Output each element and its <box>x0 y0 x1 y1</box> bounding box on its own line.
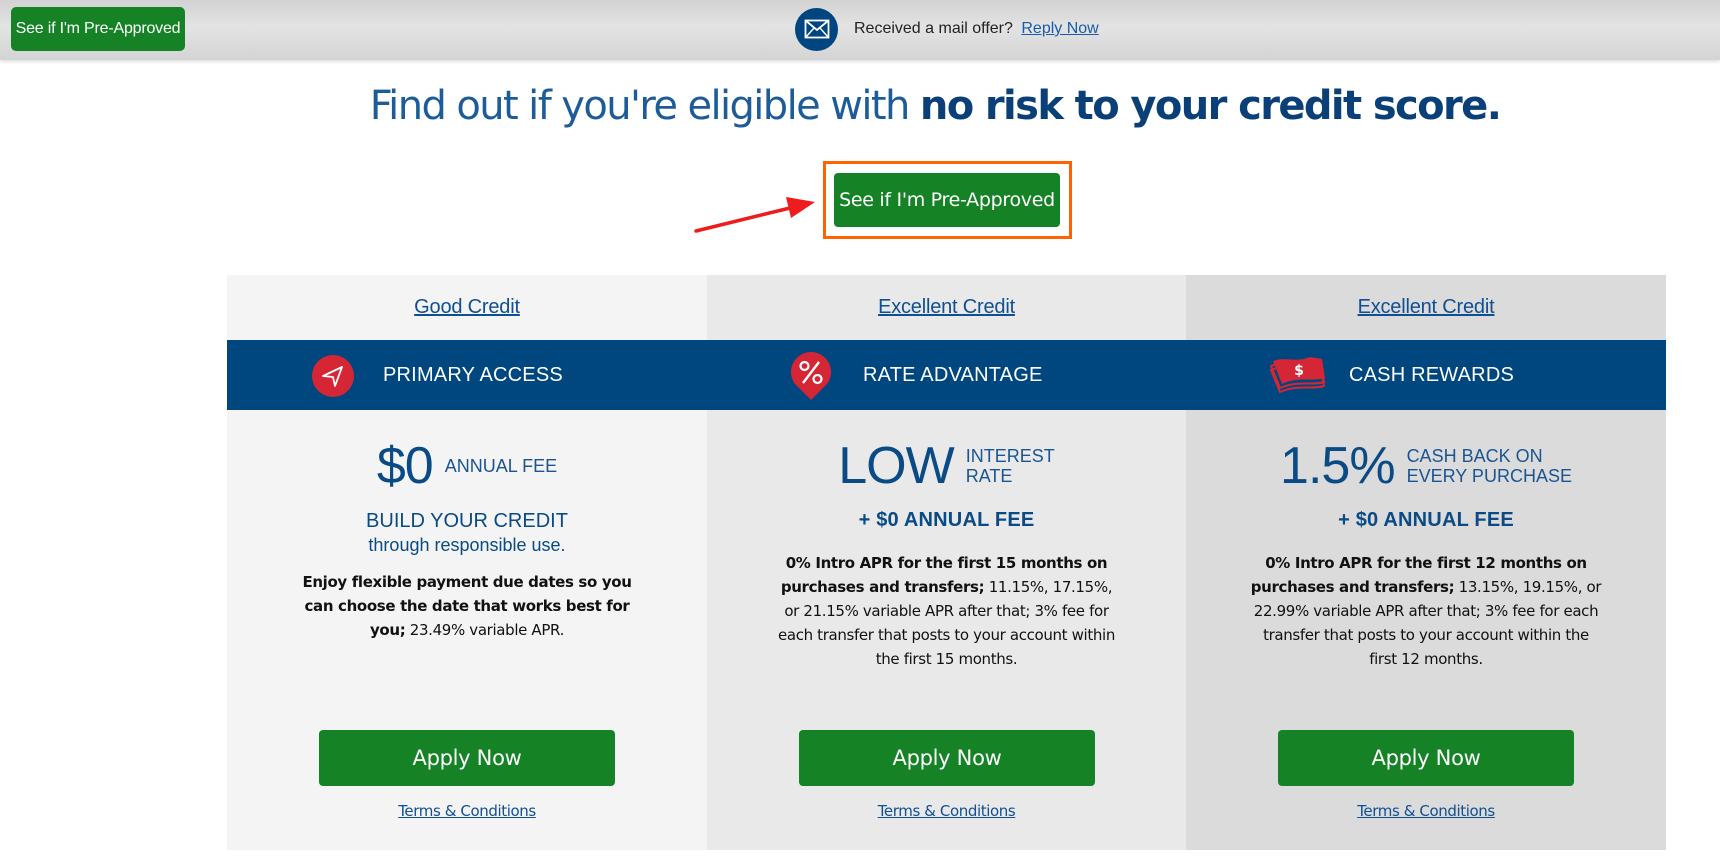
hero-subtitle: BUILD YOUR CREDIT <box>366 510 568 532</box>
paper-plane-icon <box>312 355 354 397</box>
card-primary-access: Good Credit PRIMARY ACCESS $0 ANNUAL FEE… <box>227 275 707 850</box>
tier-link-good-credit[interactable]: Good Credit <box>414 296 520 319</box>
card-name: RATE ADVANTAGE <box>863 363 1043 386</box>
reply-now-link[interactable]: Reply Now <box>1021 20 1098 37</box>
plus-annual-fee: + $0 ANNUAL FEE <box>858 509 1035 531</box>
card-name: PRIMARY ACCESS <box>383 363 563 386</box>
card-hero: 1.5% CASH BACK ON EVERY PURCHASE + $0 AN… <box>1186 440 1666 532</box>
hero-value: LOW <box>838 437 954 495</box>
mail-offer-prompt: Received a mail offer? <box>854 20 1013 37</box>
card-description: Enjoy flexible payment due dates so you … <box>227 570 707 642</box>
card-tier: Excellent Credit <box>1186 275 1666 340</box>
headline-bold: no risk to your credit score. <box>919 83 1502 129</box>
envelope-icon <box>795 7 838 51</box>
apply-now-button[interactable]: Apply Now <box>799 730 1095 786</box>
terms-wrap: Terms & Conditions <box>1186 802 1666 821</box>
tier-link-excellent-credit[interactable]: Excellent Credit <box>878 296 1015 319</box>
hero-caption: ANNUAL FEE <box>445 456 557 476</box>
headline-light: Find out if you're eligible with <box>369 83 920 129</box>
card-hero: LOW INTEREST RATE + $0 ANNUAL FEE <box>707 440 1186 532</box>
terms-wrap: Terms & Conditions <box>707 802 1186 821</box>
terms-wrap: Terms & Conditions <box>227 802 707 821</box>
hero-caption-line1: ANNUAL FEE <box>444 456 558 476</box>
mail-offer-notice: Received a mail offer? Reply Now <box>795 7 1099 51</box>
hero-caption-line2: EVERY PURCHASE <box>1406 466 1572 486</box>
apply-now-button[interactable]: Apply Now <box>319 730 615 786</box>
tier-link-excellent-credit[interactable]: Excellent Credit <box>1358 296 1495 319</box>
card-header-band: RATE ADVANTAGE <box>707 340 1186 410</box>
card-header-band: $ CASH REWARDS <box>1186 340 1666 410</box>
terms-conditions-link[interactable]: Terms & Conditions <box>878 802 1016 820</box>
card-hero: $0 ANNUAL FEE BUILD YOUR CREDIT through … <box>227 440 707 556</box>
see-if-preapproved-button[interactable]: See if I'm Pre-Approved <box>834 173 1060 227</box>
hero-caption-line1: INTEREST <box>965 446 1055 466</box>
hero-caption-line1: CASH BACK ON <box>1406 446 1543 466</box>
card-rate-advantage: Excellent Credit RATE ADVANTAGE LOW INTE… <box>707 275 1186 850</box>
card-cash-rewards: Excellent Credit $ CASH REWARDS 1.5% CAS… <box>1186 275 1666 850</box>
terms-conditions-link[interactable]: Terms & Conditions <box>398 802 536 820</box>
hero-value: 1.5% <box>1280 437 1396 495</box>
card-description: 0% Intro APR for the first 12 months on … <box>1186 551 1666 671</box>
apply-now-button[interactable]: Apply Now <box>1278 730 1574 786</box>
percent-tag-icon <box>791 352 831 400</box>
card-comparison: Good Credit PRIMARY ACCESS $0 ANNUAL FEE… <box>227 275 1666 850</box>
hero-caption: INTEREST RATE <box>966 446 1055 486</box>
mail-offer-text: Received a mail offer? Reply Now <box>854 20 1099 38</box>
card-tier: Good Credit <box>227 275 707 340</box>
card-tier: Excellent Credit <box>707 275 1186 340</box>
terms-conditions-link[interactable]: Terms & Conditions <box>1357 802 1495 820</box>
hero-subtitle-2: through responsible use. <box>368 535 566 555</box>
card-header-band: PRIMARY ACCESS <box>227 340 707 410</box>
hero-caption: CASH BACK ON EVERY PURCHASE <box>1407 446 1572 486</box>
hero-caption-line2: RATE <box>965 466 1013 486</box>
page-headline: Find out if you're eligible with no risk… <box>0 83 1720 129</box>
cash-stack-icon: $ <box>1269 357 1326 394</box>
card-name: CASH REWARDS <box>1349 363 1515 386</box>
top-preapproved-button[interactable]: See if I'm Pre-Approved <box>11 7 185 51</box>
plus-annual-fee: + $0 ANNUAL FEE <box>1338 509 1514 531</box>
hero-value: $0 <box>376 437 434 495</box>
description-normal: 23.49% variable APR. <box>405 621 565 639</box>
svg-text:$: $ <box>1294 363 1304 379</box>
annotation-arrow <box>694 197 815 233</box>
top-bar: See if I'm Pre-Approved Received a mail … <box>0 0 1720 60</box>
card-description: 0% Intro APR for the first 15 months on … <box>707 551 1186 671</box>
